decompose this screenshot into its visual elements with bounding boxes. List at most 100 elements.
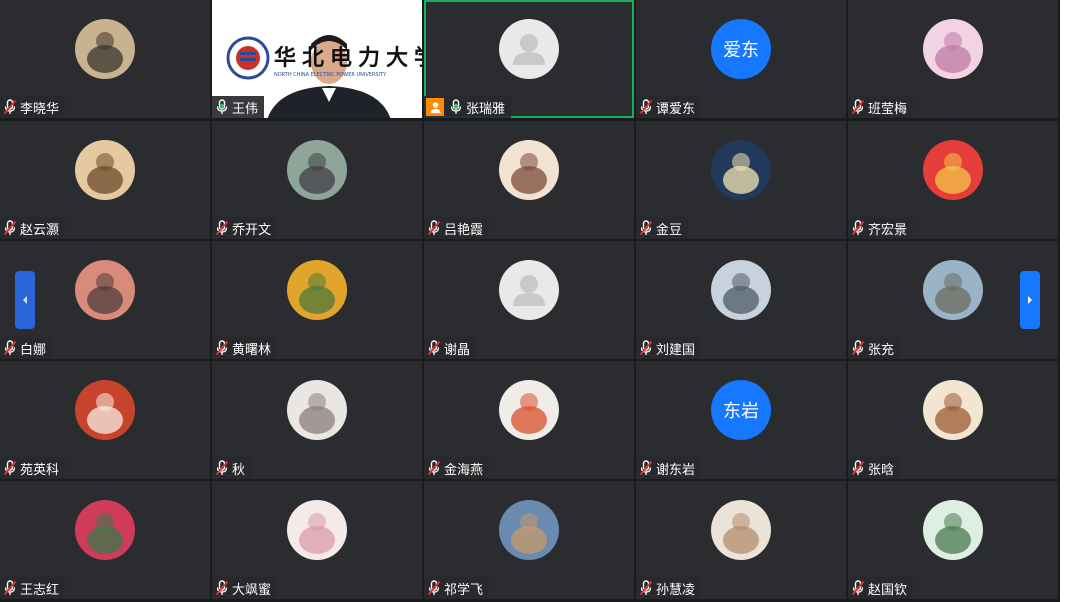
participant-tile[interactable]: 班莹梅 <box>848 0 1058 118</box>
avatar <box>287 380 347 440</box>
name-tag: 白娜 <box>0 337 53 359</box>
mic-muted-icon <box>214 579 230 597</box>
participant-name: 张晗 <box>868 462 895 478</box>
mic-muted-icon <box>2 339 18 357</box>
participant-name: 张充 <box>868 342 895 358</box>
participant-name: 白娜 <box>20 342 47 358</box>
participant-tile[interactable]: 东岩 谢东岩 <box>636 361 846 479</box>
name-tag: 谢东岩 <box>636 457 702 479</box>
banner-title: 华北电力大学 <box>274 45 422 71</box>
participant-name: 苑英科 <box>20 462 60 478</box>
person-icon <box>426 98 444 116</box>
participant-tile[interactable]: 赵国钦 <box>848 481 1058 599</box>
name-tag: 黄曙林 <box>212 337 278 359</box>
avatar <box>499 140 559 200</box>
mic-icon <box>448 98 464 116</box>
avatar <box>711 260 771 320</box>
mic-muted-icon <box>426 459 442 477</box>
name-tag: 苑英科 <box>0 457 66 479</box>
next-page-button[interactable] <box>1020 271 1040 329</box>
mic-muted-icon <box>850 219 866 237</box>
mic-muted-icon <box>2 98 18 116</box>
mic-muted-icon <box>850 339 866 357</box>
avatar <box>499 380 559 440</box>
mic-muted-icon <box>2 579 18 597</box>
name-tag: 祁学飞 <box>424 577 490 599</box>
participant-name: 金海燕 <box>444 462 484 478</box>
participant-tile[interactable]: 谢晶 <box>424 241 634 359</box>
participant-tile[interactable]: 孙慧凌 <box>636 481 846 599</box>
chevron-left-icon <box>23 296 27 304</box>
participant-tile[interactable]: 大飒蜜 <box>212 481 422 599</box>
participant-name: 大飒蜜 <box>232 582 272 598</box>
participant-tile[interactable]: 赵云灏 <box>0 121 210 239</box>
participant-tile[interactable]: 张瑞雅 <box>424 0 634 118</box>
mic-muted-icon <box>214 219 230 237</box>
participant-tile[interactable]: 金豆 <box>636 121 846 239</box>
name-tag: 齐宏景 <box>848 217 914 239</box>
participant-name: 孙慧凌 <box>656 582 696 598</box>
avatar <box>75 380 135 440</box>
mic-muted-icon <box>2 459 18 477</box>
name-tag: 张充 <box>848 337 901 359</box>
name-tag: 张瑞雅 <box>424 96 512 118</box>
prev-page-button[interactable] <box>15 271 35 329</box>
participant-name: 金豆 <box>656 222 683 238</box>
participant-tile[interactable]: 祁学飞 <box>424 481 634 599</box>
participant-name: 秋 <box>232 462 246 478</box>
avatar <box>287 260 347 320</box>
avatar-text: 东岩 <box>711 380 771 440</box>
avatar <box>75 19 135 79</box>
banner-subtitle: NORTH CHINA ELECTRIC POWER UNIVERSITY <box>274 72 387 78</box>
avatar <box>499 500 559 560</box>
participant-tile[interactable]: 吕艳霞 <box>424 121 634 239</box>
participant-name: 祁学飞 <box>444 582 484 598</box>
name-tag: 大飒蜜 <box>212 577 278 599</box>
participant-tile[interactable]: 爱东 谭爱东 <box>636 0 846 118</box>
avatar <box>923 380 983 440</box>
participant-tile[interactable]: 金海燕 <box>424 361 634 479</box>
mic-icon <box>214 98 230 116</box>
participant-name: 乔开文 <box>232 222 272 238</box>
mic-muted-icon <box>2 219 18 237</box>
avatar <box>75 260 135 320</box>
mic-muted-icon <box>214 459 230 477</box>
name-tag: 张晗 <box>848 457 901 479</box>
name-tag: 李晓华 <box>0 96 66 118</box>
mic-muted-icon <box>214 339 230 357</box>
participant-name: 王伟 <box>232 101 259 117</box>
participant-name: 齐宏景 <box>868 222 908 238</box>
mic-muted-icon <box>850 98 866 116</box>
participant-name: 李晓华 <box>20 101 60 117</box>
default-avatar-icon <box>499 19 559 79</box>
participant-tile[interactable]: 李晓华 <box>0 0 210 118</box>
name-tag: 金豆 <box>636 217 689 239</box>
avatar-text: 爱东 <box>711 19 771 79</box>
participant-tile[interactable]: 齐宏景 <box>848 121 1058 239</box>
mic-muted-icon <box>850 459 866 477</box>
avatar <box>75 500 135 560</box>
participant-name: 王志红 <box>20 582 60 598</box>
participant-name: 黄曙林 <box>232 342 272 358</box>
participant-tile[interactable]: 黄曙林 <box>212 241 422 359</box>
mic-muted-icon <box>638 219 654 237</box>
participant-tile[interactable]: 苑英科 <box>0 361 210 479</box>
avatar <box>75 140 135 200</box>
mic-muted-icon <box>426 219 442 237</box>
participant-tile[interactable]: 张晗 <box>848 361 1058 479</box>
participant-tile[interactable]: 王志红 <box>0 481 210 599</box>
participant-tile[interactable]: 秋 <box>212 361 422 479</box>
participant-name: 刘建国 <box>656 342 696 358</box>
default-avatar-icon <box>499 260 559 320</box>
participant-name: 赵国钦 <box>868 582 908 598</box>
avatar <box>923 19 983 79</box>
participant-name: 赵云灏 <box>20 222 60 238</box>
name-tag: 金海燕 <box>424 457 490 479</box>
avatar <box>711 500 771 560</box>
name-tag: 赵国钦 <box>848 577 914 599</box>
name-tag: 吕艳霞 <box>424 217 490 239</box>
participant-tile[interactable]: 乔开文 <box>212 121 422 239</box>
participant-tile[interactable]: 刘建国 <box>636 241 846 359</box>
participant-tile[interactable]: 华北电力大学NORTH CHINA ELECTRIC POWER UNIVERS… <box>212 0 422 118</box>
avatar <box>923 260 983 320</box>
